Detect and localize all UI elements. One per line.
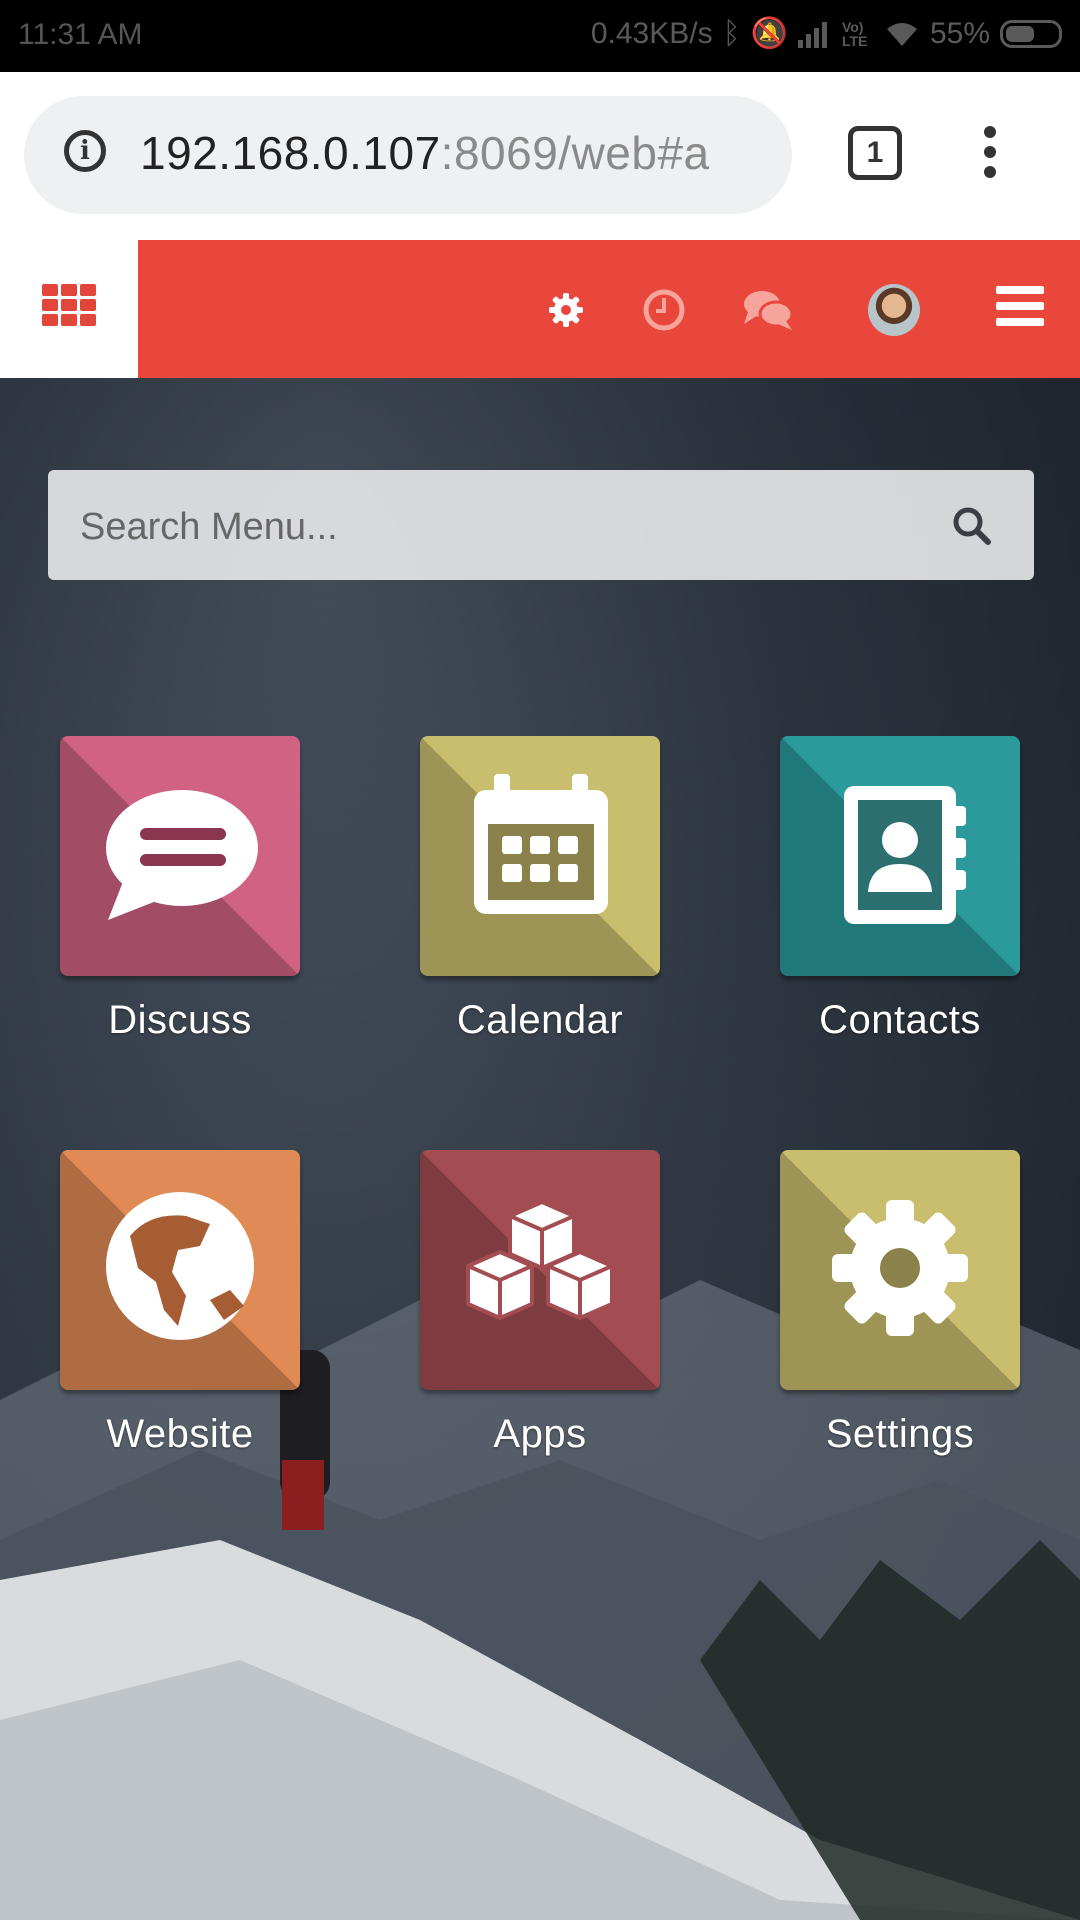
app-tile	[420, 1150, 660, 1390]
app-website[interactable]: Website	[60, 1150, 300, 1457]
app-tile	[420, 736, 660, 976]
url-path: :8069/web#a	[440, 127, 710, 179]
search-input[interactable]	[78, 498, 882, 556]
search-box	[48, 470, 1034, 580]
battery-icon	[1000, 20, 1062, 48]
app-tile	[60, 736, 300, 976]
url-host: 192.168.0.107	[140, 127, 441, 179]
browser-toolbar: i 192.168.0.107:8069/web#a 1	[0, 72, 1080, 240]
address-bar[interactable]: i 192.168.0.107:8069/web#a	[24, 96, 792, 214]
globe-icon	[106, 1192, 254, 1340]
more-options-icon[interactable]	[982, 126, 998, 186]
info-icon[interactable]: i	[64, 130, 106, 172]
wifi-icon	[886, 23, 917, 46]
app-tile	[780, 736, 1020, 976]
url-text[interactable]: 192.168.0.107:8069/web#a	[140, 126, 780, 180]
app-contacts[interactable]: Contacts	[780, 736, 1020, 1043]
calendar-icon	[474, 774, 608, 914]
app-label: Apps	[493, 1412, 587, 1456]
contacts-icon	[844, 786, 966, 924]
app-label: Settings	[825, 1412, 975, 1456]
tab-switcher-button[interactable]: 1	[848, 126, 902, 180]
app-apps[interactable]: Apps	[420, 1150, 660, 1457]
home-menu: Discuss Calendar	[0, 378, 1080, 1920]
status-icons: 0.43KB/s ᛒ 🔕 Vo) LTE 55%	[591, 14, 1062, 54]
app-label: Discuss	[108, 998, 252, 1042]
odoo-navbar	[0, 240, 1080, 378]
app-calendar[interactable]: Calendar	[420, 736, 660, 1043]
app-label: Calendar	[456, 998, 624, 1042]
discuss-icon	[106, 790, 258, 920]
apps-toggle-button[interactable]	[0, 240, 138, 378]
net-speed: 0.43KB/s	[590, 17, 713, 50]
app-settings[interactable]: Settings	[780, 1150, 1020, 1457]
app-label: Contacts	[819, 998, 981, 1042]
status-time: 11:31 AM	[18, 18, 143, 51]
app-tile	[60, 1150, 300, 1390]
activity-clock-icon[interactable]	[634, 280, 694, 340]
apps-grid-icon	[42, 284, 96, 328]
network-label: Vo) LTE	[841, 19, 868, 49]
settings-icon[interactable]	[536, 280, 596, 340]
hamburger-menu-icon[interactable]	[996, 286, 1044, 328]
status-bar: 11:31 AM 0.43KB/s ᛒ 🔕 Vo) LTE 55%	[0, 0, 1080, 72]
search-icon[interactable]	[950, 504, 994, 548]
gear-icon	[832, 1200, 968, 1336]
battery-percent: 55%	[929, 17, 990, 50]
signal-icon	[797, 22, 827, 48]
bluetooth-icon: ᛒ	[722, 17, 741, 50]
cubes-icon	[466, 1200, 614, 1320]
app-discuss[interactable]: Discuss	[60, 736, 300, 1043]
app-tile	[780, 1150, 1020, 1390]
app-label: Website	[106, 1412, 254, 1456]
mute-icon: 🔕	[750, 17, 788, 50]
chat-icon[interactable]	[738, 280, 798, 340]
user-avatar[interactable]	[868, 284, 920, 336]
